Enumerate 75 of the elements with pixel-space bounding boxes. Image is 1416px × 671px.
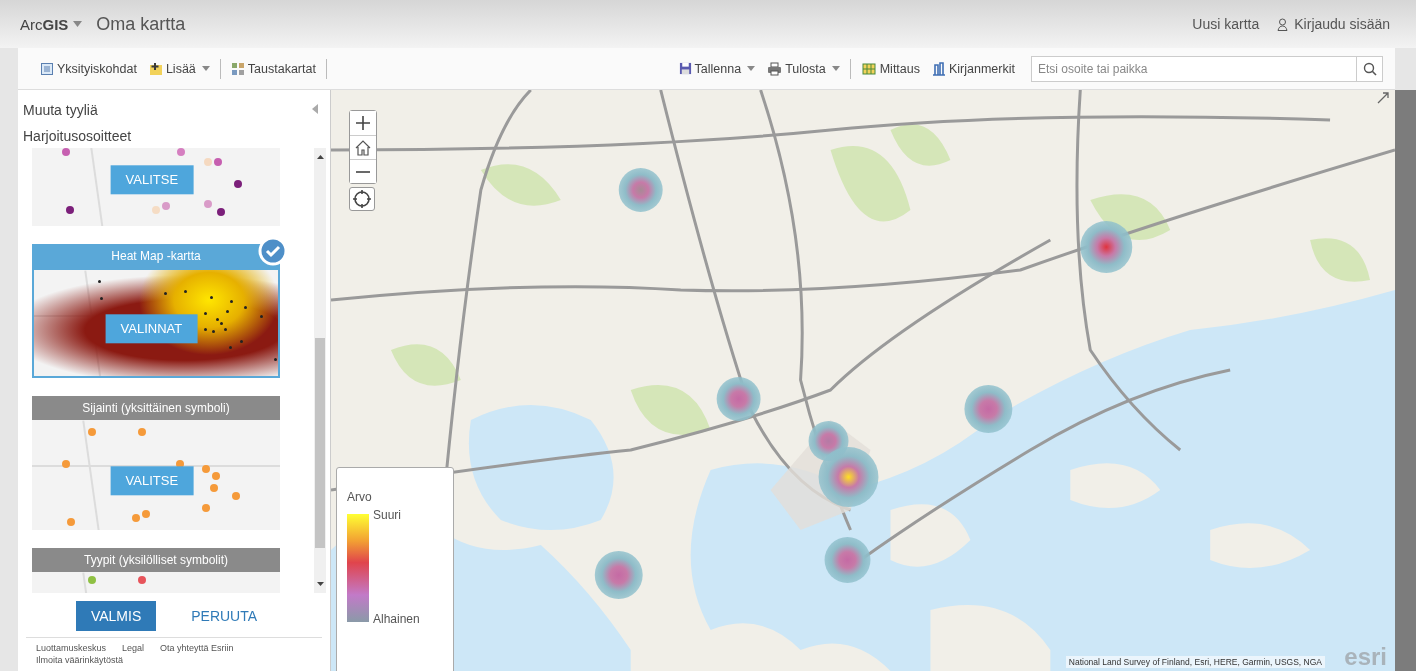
expand-icon[interactable]: [1377, 92, 1389, 104]
point-marker: [152, 206, 160, 214]
map-attribution: National Land Survey of Finland, Esri, HERE, Garmin, USGS, NGA: [1065, 656, 1325, 668]
point-marker: [66, 206, 74, 214]
toolbar-button[interactable]: Kirjanmerkit: [926, 61, 1021, 76]
point-marker: [177, 148, 185, 156]
legend-label: Suuri: [373, 508, 402, 522]
toolbar-button[interactable]: Tulosta: [761, 61, 846, 76]
header-link[interactable]: Kirjaudu sisään: [1277, 16, 1390, 32]
style-card-title: Tyypit (yksilölliset symbolit): [32, 548, 280, 572]
home-button[interactable]: [350, 135, 376, 159]
footer-link[interactable]: Legal: [122, 643, 145, 653]
point-marker: [214, 158, 222, 166]
locate-icon: [353, 190, 371, 208]
search-icon: [1362, 61, 1377, 76]
legend-title: Arvo: [347, 490, 372, 504]
point-marker: [132, 514, 140, 522]
point-marker: [202, 465, 210, 473]
point-marker: [232, 492, 240, 500]
checkmark-icon: [258, 236, 288, 266]
point-marker: [162, 202, 170, 210]
point-marker: [204, 200, 212, 208]
add-icon: [148, 61, 163, 76]
done-button[interactable]: VALMIS: [75, 601, 157, 631]
map-title: Oma kartta: [96, 13, 186, 35]
grid-icon: [230, 61, 245, 76]
search-field[interactable]: Etsi osoite tai paikka: [1031, 55, 1357, 82]
point-marker: [142, 510, 150, 518]
toolbar-button[interactable]: Tallenna: [672, 61, 762, 76]
footer-link[interactable]: Luottamuskeskus: [36, 643, 107, 653]
footer-link[interactable]: Ilmoita väärinkäytöstä: [36, 655, 124, 665]
layer-name: Harjoitusosoitteet: [22, 127, 133, 146]
caret-icon[interactable]: [73, 21, 83, 27]
cancel-button[interactable]: PERUUTA: [176, 601, 273, 631]
toolbar-button[interactable]: Yksityiskohdat: [34, 61, 143, 76]
home-icon: [354, 138, 372, 157]
toolbar-button[interactable]: Taustakartat: [224, 61, 322, 76]
point-marker: [138, 428, 146, 436]
point-marker: [62, 460, 70, 468]
point-marker: [62, 148, 70, 156]
bookmark-icon: [932, 61, 946, 76]
point-marker: [138, 576, 146, 584]
user-icon: [1277, 17, 1289, 31]
point-marker: [212, 472, 220, 480]
point-marker: [88, 428, 96, 436]
scrollbar[interactable]: [314, 148, 326, 593]
document-icon: [40, 61, 54, 76]
panel-title: Muuta tyyliä: [23, 102, 98, 118]
legend-label: Alhainen: [373, 612, 420, 626]
footer-link[interactable]: Ota yhteyttä Esriin: [160, 643, 234, 653]
style-card-title: Sijainti (yksittäinen symboli): [32, 396, 280, 420]
caret-icon: [831, 66, 840, 71]
point-marker: [234, 180, 242, 188]
point-marker: [88, 576, 96, 584]
minus-icon: [356, 170, 370, 173]
locate-button[interactable]: [349, 187, 375, 211]
search-button[interactable]: [1357, 55, 1383, 82]
point-marker: [67, 518, 75, 526]
save-icon: [678, 62, 692, 75]
point-marker: [210, 484, 218, 492]
app-logo[interactable]: ArcGIS: [20, 15, 69, 33]
esri-logo: esri: [1344, 643, 1387, 671]
header-link[interactable]: Uusi kartta: [1192, 16, 1260, 32]
zoom-out-button[interactable]: [350, 159, 376, 183]
plus-icon: [356, 116, 370, 130]
style-card-title: Heat Map -kartta: [32, 244, 280, 268]
point-marker: [202, 504, 210, 512]
printer-icon: [767, 61, 783, 76]
caret-icon: [201, 66, 210, 71]
toolbar-button[interactable]: Mittaus: [854, 61, 926, 76]
point-marker: [217, 208, 225, 216]
point-marker: [204, 158, 212, 166]
caret-icon: [747, 66, 756, 71]
collapse-icon: [312, 104, 318, 114]
toolbar-button[interactable]: Lisää: [142, 61, 216, 76]
